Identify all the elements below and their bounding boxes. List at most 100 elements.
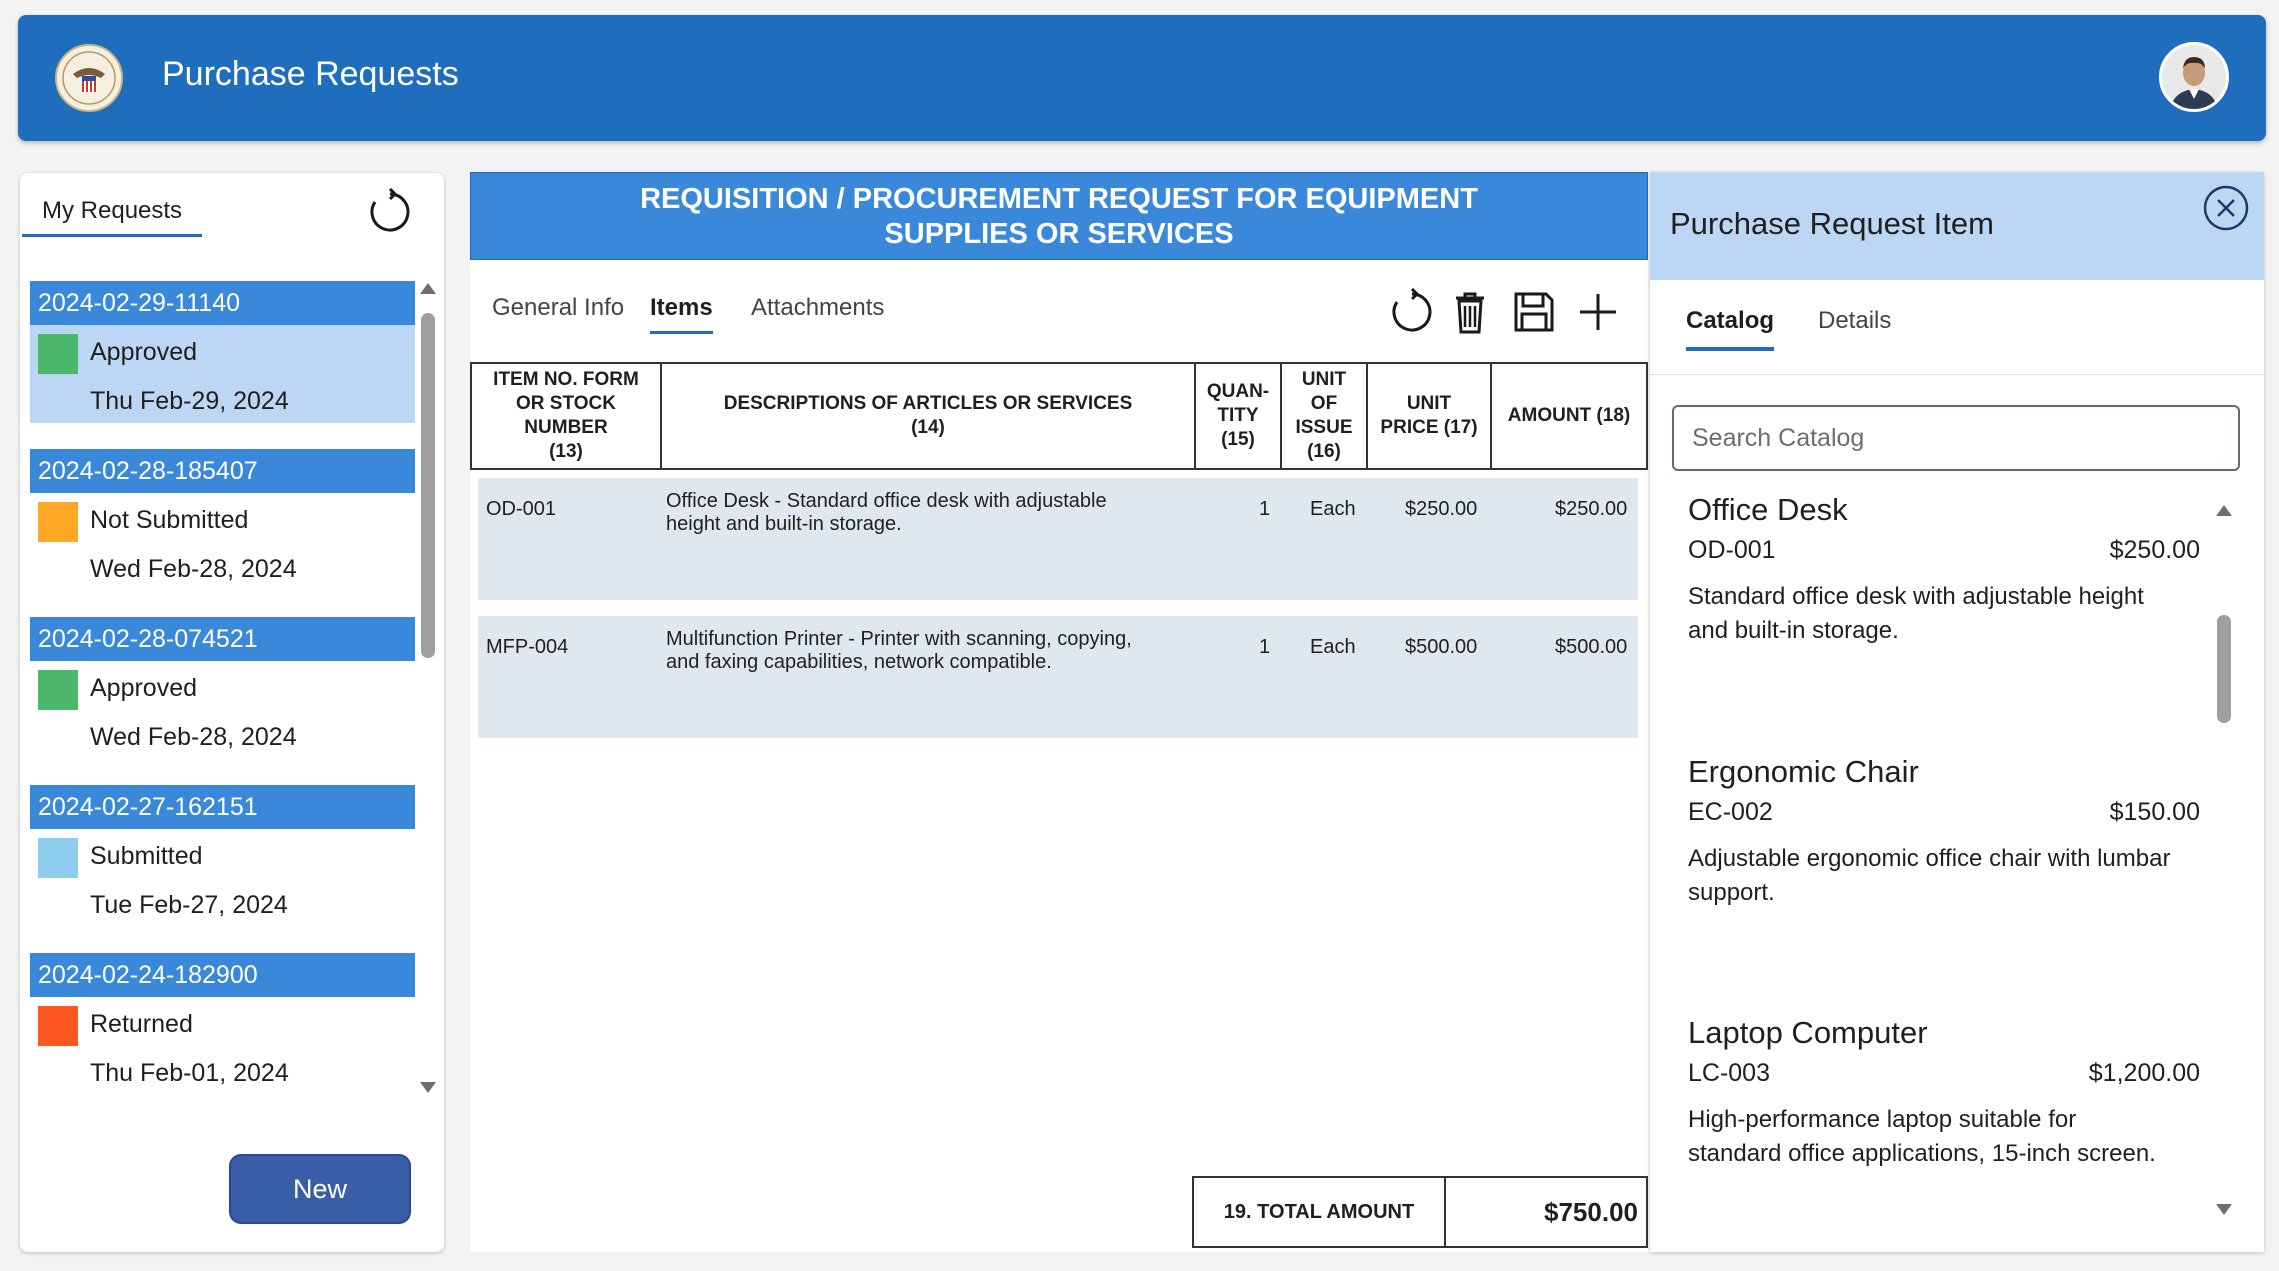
catalog-item-sku: OD-001 xyxy=(1688,536,1776,564)
form-banner: REQUISITION / PROCUREMENT REQUEST FOR EQ… xyxy=(470,172,1648,260)
catalog-scrollbar[interactable] xyxy=(2214,505,2234,1215)
request-id: 2024-02-29-11140 xyxy=(30,281,415,325)
tab-attachments[interactable]: Attachments xyxy=(751,294,884,322)
request-date: Tue Feb-27, 2024 xyxy=(90,891,288,919)
catalog-item-price: $250.00 xyxy=(2109,536,2200,564)
total-label: 19. TOTAL AMOUNT xyxy=(1194,1178,1446,1246)
scroll-up-icon[interactable] xyxy=(2216,505,2232,516)
my-requests-panel: My Requests 2024-02-29-11140 Approved Th… xyxy=(20,173,444,1252)
catalog-item-description: Adjustable ergonomic office chair with l… xyxy=(1688,845,2171,906)
catalog-item-price: $1,200.00 xyxy=(2088,1059,2200,1087)
item-description: Office Desk - Standard office desk with … xyxy=(666,490,1107,535)
scroll-thumb[interactable] xyxy=(421,313,435,658)
banner-line-2: SUPPLIES OR SERVICES xyxy=(884,218,1234,250)
tab-general-info[interactable]: General Info xyxy=(492,294,624,322)
item-unit-price: $500.00 xyxy=(1405,636,1478,658)
user-avatar[interactable] xyxy=(2159,42,2229,112)
requests-scrollbar[interactable] xyxy=(418,283,438,1093)
request-date: Wed Feb-28, 2024 xyxy=(90,723,297,751)
col-amount: AMOUNT (18) xyxy=(1507,405,1631,426)
app-header: Purchase Requests xyxy=(18,15,2266,141)
request-id: 2024-02-24-182900 xyxy=(30,953,415,997)
request-id: 2024-02-28-074521 xyxy=(30,617,415,661)
item-quantity: 1 xyxy=(1259,498,1271,520)
my-requests-tab[interactable]: My Requests xyxy=(22,197,203,237)
tab-details[interactable]: Details xyxy=(1818,307,1891,335)
col-unit-price: UNIT PRICE (17) xyxy=(1368,364,1492,468)
item-no: MFP-004 xyxy=(486,636,569,658)
request-form-panel: REQUISITION / PROCUREMENT REQUEST FOR EQ… xyxy=(470,172,1648,1252)
new-request-button[interactable]: New xyxy=(229,1154,411,1224)
divider xyxy=(1650,374,2264,375)
total-value: $750.00 xyxy=(1544,1196,1638,1227)
status-swatch xyxy=(38,1006,78,1046)
item-amount: $250.00 xyxy=(1555,498,1628,520)
request-id: 2024-02-27-162151 xyxy=(30,785,415,829)
trash-icon[interactable] xyxy=(1446,288,1494,336)
status-swatch xyxy=(38,670,78,710)
tab-items[interactable]: Items xyxy=(650,294,713,334)
item-quantity: 1 xyxy=(1259,636,1271,658)
save-icon[interactable] xyxy=(1510,288,1558,336)
scroll-down-icon[interactable] xyxy=(420,1082,436,1093)
catalog-item-sku: EC-002 xyxy=(1688,798,1773,826)
user-photo-icon xyxy=(2162,45,2226,109)
banner-line-1: REQUISITION / PROCUREMENT REQUEST FOR EQ… xyxy=(640,183,1478,215)
add-icon[interactable] xyxy=(1574,288,1622,336)
item-panel-title: Purchase Request Item xyxy=(1670,206,1994,241)
scroll-thumb[interactable] xyxy=(2217,615,2231,723)
item-unit: Each xyxy=(1310,636,1356,658)
col-description: DESCRIPTIONS OF ARTICLES OR SERVICES (14) xyxy=(662,364,1196,468)
item-description: Multifunction Printer - Printer with sca… xyxy=(666,628,1132,673)
request-date: Thu Feb-01, 2024 xyxy=(90,1059,289,1087)
purchase-request-item-panel: Purchase Request Item Catalog Details Se… xyxy=(1650,172,2264,1252)
catalog-item-name: Laptop Computer xyxy=(1688,1015,1928,1050)
request-item[interactable]: 2024-02-27-162151 Submitted Tue Feb-27, … xyxy=(30,785,415,930)
catalog-item-price: $150.00 xyxy=(2109,798,2200,826)
item-row[interactable]: OD-001 Office Desk - Standard office des… xyxy=(478,478,1638,600)
request-status: Submitted xyxy=(90,842,203,870)
refresh-icon[interactable] xyxy=(1388,288,1436,336)
status-swatch xyxy=(38,502,78,542)
item-row[interactable]: MFP-004 Multifunction Printer - Printer … xyxy=(478,616,1638,738)
item-panel-header: Purchase Request Item xyxy=(1650,172,2264,280)
total-amount-box: 19. TOTAL AMOUNT $750.00 xyxy=(1192,1176,1648,1248)
catalog-item-name: Ergonomic Chair xyxy=(1688,754,1919,789)
col-unit-of-issue: UNIT OF ISSUE (16) xyxy=(1282,364,1368,468)
request-date: Thu Feb-29, 2024 xyxy=(90,387,289,415)
scroll-down-icon[interactable] xyxy=(2216,1204,2232,1215)
seal-logo-icon xyxy=(55,44,123,112)
item-no: OD-001 xyxy=(486,498,557,520)
catalog-item[interactable]: Ergonomic Chair EC-002 $150.00 Adjustabl… xyxy=(1688,754,2200,910)
request-item[interactable]: 2024-02-29-11140 Approved Thu Feb-29, 20… xyxy=(30,281,415,426)
request-status: Returned xyxy=(90,1010,193,1038)
refresh-icon[interactable] xyxy=(366,188,414,236)
scroll-up-icon[interactable] xyxy=(420,283,436,294)
catalog-item-sku: LC-003 xyxy=(1688,1059,1770,1087)
catalog-item[interactable]: Office Desk OD-001 $250.00 Standard offi… xyxy=(1688,492,2200,648)
catalog-item-description: Standard office desk with adjustable hei… xyxy=(1688,583,2144,644)
request-id: 2024-02-28-185407 xyxy=(30,449,415,493)
status-swatch xyxy=(38,838,78,878)
request-item[interactable]: 2024-02-28-074521 Approved Wed Feb-28, 2… xyxy=(30,617,415,762)
item-unit: Each xyxy=(1310,498,1356,520)
request-date: Wed Feb-28, 2024 xyxy=(90,555,297,583)
col-quantity: QUAN- TITY (15) xyxy=(1196,364,1282,468)
request-item[interactable]: 2024-02-28-185407 Not Submitted Wed Feb-… xyxy=(30,449,415,594)
request-status: Approved xyxy=(90,674,198,702)
col-item-no: ITEM NO. FORM OR STOCK NUMBER (13) xyxy=(472,364,662,468)
items-table-header: ITEM NO. FORM OR STOCK NUMBER (13) DESCRIP… xyxy=(470,362,1648,470)
catalog-item[interactable]: Laptop Computer LC-003 $1,200.00 High-pe… xyxy=(1688,1015,2200,1171)
request-status: Not Submitted xyxy=(90,506,249,534)
close-icon[interactable] xyxy=(2202,184,2250,232)
status-swatch xyxy=(38,334,78,374)
item-unit-price: $250.00 xyxy=(1405,498,1478,520)
catalog-search-input[interactable]: Search Catalog xyxy=(1672,405,2240,471)
app-title: Purchase Requests xyxy=(162,55,459,93)
tab-catalog[interactable]: Catalog xyxy=(1686,307,1775,351)
item-amount: $500.00 xyxy=(1555,636,1628,658)
catalog-item-description: High-performance laptop suitable for stan… xyxy=(1688,1106,2156,1167)
request-status: Approved xyxy=(90,338,198,366)
catalog-item-name: Office Desk xyxy=(1688,492,1848,527)
request-item[interactable]: 2024-02-24-182900 Returned Thu Feb-01, 2… xyxy=(30,953,415,1098)
